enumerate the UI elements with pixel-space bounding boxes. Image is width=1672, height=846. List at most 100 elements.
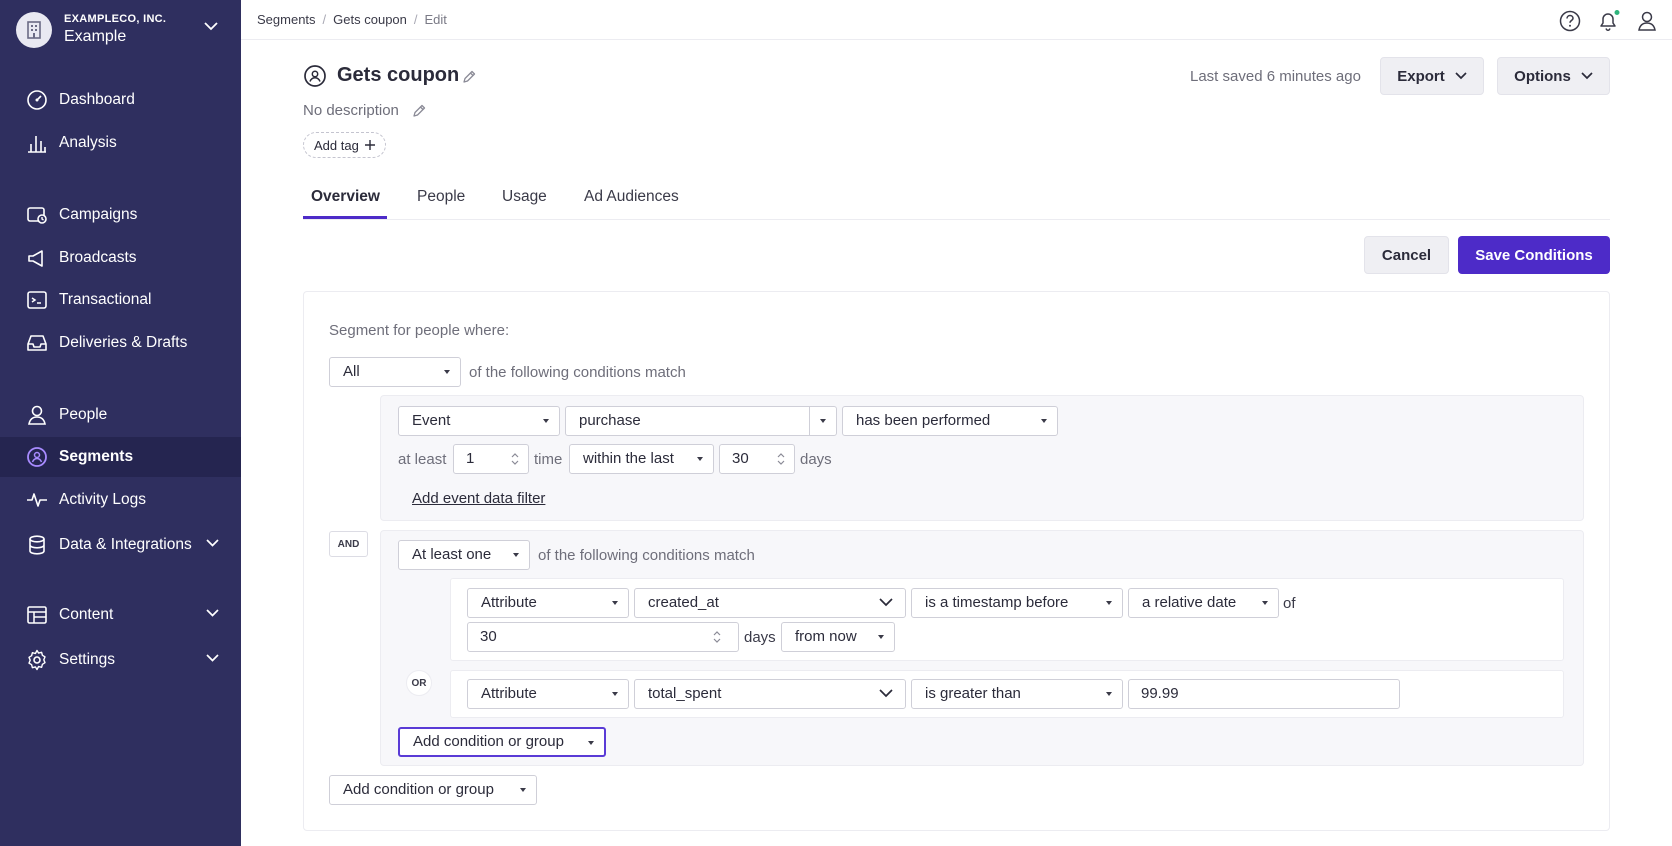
days-label: days: [744, 629, 776, 646]
attribute-value: total_spent: [648, 685, 722, 702]
group-mode-select[interactable]: At least one: [398, 540, 530, 570]
page-title: Gets coupon: [337, 64, 460, 86]
sidebar-item-label: Settings: [59, 651, 116, 668]
help-icon[interactable]: [1559, 10, 1581, 32]
condition-type-select[interactable]: Attribute: [467, 588, 629, 618]
database-icon: [29, 535, 45, 555]
sidebar-item-data-integrations[interactable]: Data & Integrations: [0, 525, 241, 565]
pencil-icon[interactable]: [462, 70, 476, 84]
match-mode-select[interactable]: All: [329, 357, 461, 387]
attribute-operator-select[interactable]: is greater than: [911, 679, 1123, 709]
table-icon: [27, 606, 47, 624]
chevron-down-icon: [1581, 72, 1593, 80]
chevron-down-icon: [206, 539, 219, 547]
sidebar-item-label: Broadcasts: [59, 249, 137, 266]
direction-select[interactable]: from now: [781, 622, 895, 652]
event-name-value: purchase: [579, 412, 641, 429]
attribute-select[interactable]: total_spent: [634, 679, 906, 709]
date-kind-select[interactable]: a relative date: [1128, 588, 1279, 618]
group-mode-value: At least one: [412, 546, 492, 563]
campaign-icon: [27, 207, 47, 224]
sidebar-item-dashboard[interactable]: Dashboard: [0, 80, 241, 120]
caret-down-icon: [588, 741, 594, 745]
sidebar-item-label: People: [59, 406, 108, 423]
segment-icon: [304, 65, 326, 87]
chevron-down-icon: [204, 22, 218, 31]
segment-heading: Segment for people where:: [329, 322, 510, 339]
tab-overview[interactable]: Overview: [311, 188, 380, 206]
group-match-text: of the following conditions match: [538, 547, 755, 564]
attribute-input-value: 99.99: [1141, 685, 1179, 702]
add-tag-button[interactable]: Add tag: [303, 132, 386, 158]
org-switcher[interactable]: EXAMPLECO, INC. Example: [16, 12, 226, 48]
user-icon[interactable]: [1636, 10, 1658, 32]
save-conditions-button[interactable]: Save Conditions: [1458, 236, 1610, 274]
stepper-icon[interactable]: [776, 452, 786, 466]
add-condition-or-group-inner[interactable]: Add condition or group: [398, 727, 606, 757]
chevron-down-icon: [879, 598, 893, 607]
sidebar-item-deliveries[interactable]: Deliveries & Drafts: [0, 323, 241, 363]
sidebar-item-people[interactable]: People: [0, 395, 241, 435]
event-operator-select[interactable]: has been performed: [842, 406, 1058, 436]
time-window-value: within the last: [583, 450, 674, 467]
sidebar-item-content[interactable]: Content: [0, 595, 241, 635]
sidebar-item-broadcasts[interactable]: Broadcasts: [0, 238, 241, 278]
sidebar-item-segments[interactable]: Segments: [0, 437, 241, 477]
last-saved-text: Last saved 6 minutes ago: [1190, 68, 1361, 85]
tab-people[interactable]: People: [417, 188, 465, 206]
megaphone-icon: [28, 250, 43, 267]
caret-down-icon: [1262, 601, 1268, 605]
direction-value: from now: [795, 628, 857, 645]
plus-icon: [364, 140, 375, 150]
options-button[interactable]: Options: [1497, 57, 1610, 95]
date-kind-value: a relative date: [1142, 594, 1237, 611]
or-badge: OR: [406, 670, 432, 696]
add-event-data-filter-link[interactable]: Add event data filter: [412, 490, 545, 507]
stepper-icon[interactable]: [712, 630, 722, 644]
condition-type-value: Event: [412, 412, 451, 429]
event-count-input[interactable]: 1: [453, 444, 529, 474]
terminal-icon: [27, 291, 47, 309]
add-condition-label: Add condition or group: [413, 733, 564, 750]
of-label: of: [1283, 595, 1296, 612]
caret-down-icon: [1041, 419, 1047, 423]
add-condition-or-group-outer[interactable]: Add condition or group: [329, 775, 537, 805]
sidebar-item-transactional[interactable]: Transactional: [0, 280, 241, 320]
caret-down-icon: [444, 370, 450, 374]
and-badge: AND: [329, 531, 368, 557]
condition-type-select[interactable]: Event: [398, 406, 560, 436]
bell-icon[interactable]: [1597, 10, 1621, 32]
cancel-button[interactable]: Cancel: [1364, 236, 1449, 274]
event-name-combobox[interactable]: purchase: [565, 406, 837, 436]
attribute-value-input[interactable]: 99.99: [1128, 679, 1400, 709]
sidebar-item-label: Data & Integrations: [59, 536, 192, 553]
caret-down-icon: [878, 635, 884, 639]
sidebar-item-label: Deliveries & Drafts: [59, 334, 188, 351]
pencil-icon[interactable]: [412, 104, 426, 118]
sidebar-item-activity-logs[interactable]: Activity Logs: [0, 480, 241, 520]
caret-down-icon: [520, 788, 526, 792]
export-label: Export: [1397, 67, 1445, 85]
days-input[interactable]: 30: [719, 444, 795, 474]
attribute-select[interactable]: created_at: [634, 588, 906, 618]
person-icon: [28, 405, 46, 425]
description-text: No description: [303, 102, 399, 119]
breadcrumb-segments[interactable]: Segments: [257, 12, 316, 27]
breadcrumb-edit: Edit: [424, 12, 447, 27]
sidebar-item-campaigns[interactable]: Campaigns: [0, 195, 241, 235]
breadcrumb-gets-coupon[interactable]: Gets coupon: [333, 12, 407, 27]
time-window-select[interactable]: within the last: [569, 444, 714, 474]
export-button[interactable]: Export: [1380, 57, 1484, 95]
caret-down-icon: [697, 457, 703, 461]
attribute-operator-select[interactable]: is a timestamp before: [911, 588, 1123, 618]
tab-ad-audiences[interactable]: Ad Audiences: [584, 188, 679, 206]
sidebar-item-analysis[interactable]: Analysis: [0, 123, 241, 163]
sidebar-item-settings[interactable]: Settings: [0, 640, 241, 680]
pulse-icon: [27, 493, 47, 507]
condition-type-select[interactable]: Attribute: [467, 679, 629, 709]
tab-usage[interactable]: Usage: [502, 188, 547, 206]
sidebar-item-label: Transactional: [59, 291, 152, 308]
relative-days-input[interactable]: 30: [467, 622, 739, 652]
caret-down-icon: [1106, 692, 1112, 696]
stepper-icon[interactable]: [510, 452, 520, 466]
